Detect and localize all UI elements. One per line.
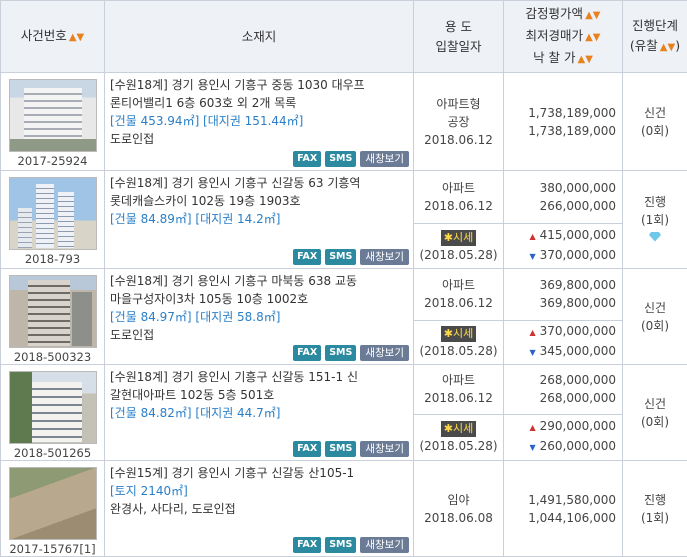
property-photo[interactable]	[9, 371, 97, 444]
sort-updown-icon[interactable]: ▲▼	[69, 32, 84, 43]
stage-cell: 신건 (0회)	[623, 365, 687, 461]
up-arrow-icon: ▲	[530, 328, 536, 337]
sparkle-icon: ✱	[444, 231, 453, 244]
sms-button[interactable]: SMS	[325, 537, 356, 553]
fax-button[interactable]: FAX	[293, 151, 321, 167]
header-stage[interactable]: 진행단계 (유찰▲▼)	[623, 1, 687, 73]
usage-cell: 아파트형 공장 2018.06.12	[414, 73, 504, 171]
address-cell[interactable]: [수원18계] 경기 용인시 기흥구 중동 1030 대우프 론티어밸리1 6층…	[105, 73, 414, 171]
usage-cell: 임야 2018.06.08	[414, 461, 504, 557]
sort-updown-icon[interactable]: ▲▼	[585, 10, 600, 21]
sparkle-icon: ✱	[444, 422, 453, 435]
market-price-label[interactable]: ✱시세	[441, 421, 476, 437]
table-row[interactable]: 2017-15767[1] [수원15계] 경기 용인시 기흥구 신갈동 산10…	[1, 461, 687, 557]
stage-cell: 진행 (1회)	[623, 461, 687, 557]
case-number[interactable]: 2017-15767[1]	[1, 542, 104, 556]
case-number[interactable]: 2017-25924	[1, 154, 104, 168]
sms-button[interactable]: SMS	[325, 249, 356, 265]
property-photo[interactable]	[9, 275, 97, 348]
sms-button[interactable]: SMS	[325, 151, 356, 167]
fax-button[interactable]: FAX	[293, 537, 321, 553]
header-price[interactable]: 감정평가액▲▼ 최저경매가▲▼ 낙 찰 가▲▼	[504, 1, 623, 73]
price-cell: 268,000,000 268,000,000	[504, 365, 623, 415]
photo-cell[interactable]: 2018-793	[1, 171, 105, 269]
sort-updown-icon[interactable]: ▲▼	[660, 42, 675, 53]
diamond-icon	[649, 232, 661, 242]
property-photo[interactable]	[9, 79, 97, 152]
sparkle-icon: ✱	[444, 327, 453, 340]
sms-button[interactable]: SMS	[325, 441, 356, 457]
table-row[interactable]: 2018-501265 [수원18계] 경기 용인시 기흥구 신갈동 151-1…	[1, 365, 687, 415]
market-cell[interactable]: ✱시세 (2018.05.28)	[414, 414, 504, 460]
down-arrow-icon: ▼	[530, 252, 536, 261]
photo-cell[interactable]: 2018-500323	[1, 269, 105, 365]
market-cell[interactable]: ✱시세 (2018.05.28)	[414, 320, 504, 364]
new-window-button[interactable]: 새창보기	[360, 151, 409, 167]
stage-cell: 진행 (1회)	[623, 171, 687, 269]
table-row[interactable]: 2017-25924 [수원18계] 경기 용인시 기흥구 중동 1030 대우…	[1, 73, 687, 171]
new-window-button[interactable]: 새창보기	[360, 441, 409, 457]
stage-cell: 신건 (0회)	[623, 73, 687, 171]
header-address: 소재지	[105, 1, 414, 73]
price-cell: 369,800,000 369,800,000	[504, 269, 623, 321]
address-cell[interactable]: [수원18계] 경기 용인시 기흥구 신갈동 151-1 신 갈현대아파트 10…	[105, 365, 414, 461]
photo-cell[interactable]: 2017-15767[1]	[1, 461, 105, 557]
usage-cell: 아파트 2018.06.12	[414, 171, 504, 224]
price-cell: 1,491,580,000 1,044,106,000	[504, 461, 623, 557]
case-number[interactable]: 2018-501265	[1, 446, 104, 460]
price-cell: 380,000,000 266,000,000	[504, 171, 623, 224]
usage-cell: 아파트 2018.06.12	[414, 269, 504, 321]
market-price-cell: ▲290,000,000 ▼260,000,000	[504, 414, 623, 460]
fax-button[interactable]: FAX	[293, 441, 321, 457]
up-arrow-icon: ▲	[530, 423, 536, 432]
sort-updown-icon[interactable]: ▲▼	[585, 32, 600, 43]
sort-updown-icon[interactable]: ▲▼	[578, 54, 593, 65]
address-cell[interactable]: [수원18계] 경기 용인시 기흥구 신갈동 63 기흥역 롯데캐슬스카이 10…	[105, 171, 414, 269]
fax-button[interactable]: FAX	[293, 249, 321, 265]
sms-button[interactable]: SMS	[325, 345, 356, 361]
auction-table: 사건번호▲▼ 소재지 용 도 입찰일자 감정평가액▲▼ 최저경매가▲▼ 낙 찰 …	[0, 0, 687, 557]
new-window-button[interactable]: 새창보기	[360, 345, 409, 361]
address-cell[interactable]: [수원18계] 경기 용인시 기흥구 마북동 638 교동 마을구성자이3차 1…	[105, 269, 414, 365]
market-price-label[interactable]: ✱시세	[441, 326, 476, 342]
new-window-button[interactable]: 새창보기	[360, 537, 409, 553]
market-price-cell: ▲415,000,000 ▼370,000,000	[504, 223, 623, 268]
header-usage: 용 도 입찰일자	[414, 1, 504, 73]
case-number[interactable]: 2018-793	[1, 252, 104, 266]
table-row[interactable]: 2018-793 [수원18계] 경기 용인시 기흥구 신갈동 63 기흥역 롯…	[1, 171, 687, 224]
fax-button[interactable]: FAX	[293, 345, 321, 361]
market-price-label[interactable]: ✱시세	[441, 230, 476, 246]
photo-cell[interactable]: 2017-25924	[1, 73, 105, 171]
down-arrow-icon: ▼	[530, 443, 536, 452]
address-cell[interactable]: [수원15계] 경기 용인시 기흥구 신갈동 산105-1 [토지 2140㎡]…	[105, 461, 414, 557]
table-row[interactable]: 2018-500323 [수원18계] 경기 용인시 기흥구 마북동 638 교…	[1, 269, 687, 321]
price-cell: 1,738,189,000 1,738,189,000	[504, 73, 623, 171]
photo-cell[interactable]: 2018-501265	[1, 365, 105, 461]
new-window-button[interactable]: 새창보기	[360, 249, 409, 265]
up-arrow-icon: ▲	[530, 232, 536, 241]
usage-cell: 아파트 2018.06.12	[414, 365, 504, 415]
header-case-no[interactable]: 사건번호▲▼	[1, 1, 105, 73]
case-number[interactable]: 2018-500323	[1, 350, 104, 364]
market-price-cell: ▲370,000,000 ▼345,000,000	[504, 320, 623, 364]
market-cell[interactable]: ✱시세 (2018.05.28)	[414, 223, 504, 268]
property-photo[interactable]	[9, 177, 97, 250]
property-photo[interactable]	[9, 467, 97, 540]
stage-cell: 신건 (0회)	[623, 269, 687, 365]
down-arrow-icon: ▼	[530, 348, 536, 357]
